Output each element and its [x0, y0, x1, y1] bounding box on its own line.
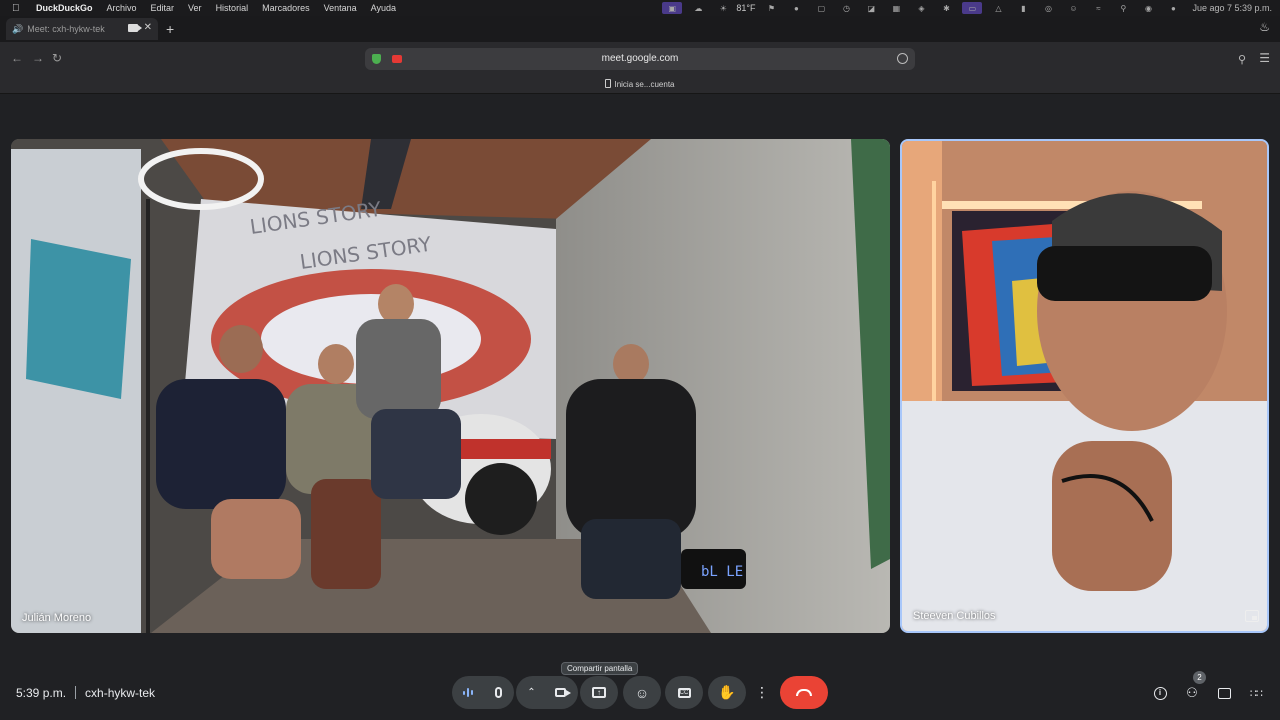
cast-icon[interactable]: ◪ — [862, 2, 880, 14]
audio-settings-button[interactable] — [452, 676, 483, 709]
meeting-info-button[interactable]: i — [1150, 683, 1170, 703]
video-camera-icon — [555, 688, 571, 697]
meeting-time: 5:39 p.m. — [16, 686, 67, 700]
share-screen-button[interactable]: ↑ — [580, 676, 618, 709]
video-tile-main[interactable]: LIONS STORY LIONS STORY bL LE Julián Mor… — [11, 139, 890, 633]
more-options-button[interactable]: ⋮ — [750, 676, 774, 709]
menu-editar[interactable]: Editar — [151, 3, 175, 13]
menu-bar-status-area: ▣ ☁ ☀ 81°F ⚑ ● ▢ ◷ ◪ ▦ ◈ ✱ ▭ △ ▮ ◎ ☺ ≈ ⚲… — [655, 0, 1272, 16]
hand-icon: ✋ — [718, 684, 736, 700]
participant-name-self: Steeven Cubillos — [913, 610, 996, 622]
menu-historial[interactable]: Historial — [216, 3, 249, 13]
participants-count-badge: 2 — [1193, 671, 1206, 684]
search-icon[interactable]: ⚲ — [1114, 2, 1132, 14]
menu-ventana[interactable]: Ventana — [324, 3, 357, 13]
browser-toolbar: ← → ↻ meet.google.com ⚲ ☰ — [0, 42, 1280, 74]
garage-video-frame: LIONS STORY LIONS STORY bL LE — [11, 139, 890, 633]
menu-app-name[interactable]: DuckDuckGo — [36, 3, 93, 13]
participant-name-main: Julián Moreno — [22, 612, 92, 624]
menu-bar-clock[interactable]: Jue ago 7 5:39 p.m. — [1192, 3, 1272, 13]
camera-control-group: ⌃ — [516, 676, 578, 709]
phone-icon — [605, 79, 612, 88]
apple-icon[interactable]:  — [12, 3, 26, 14]
reactions-button[interactable]: ☺ — [623, 676, 661, 709]
screen-mirror-icon[interactable]: ▭ — [962, 2, 983, 14]
video-settings-button[interactable]: ⌃ — [516, 676, 547, 709]
chat-bubble-icon — [1217, 687, 1231, 699]
back-arrow-icon[interactable]: ← — [11, 51, 23, 65]
key-icon[interactable]: ⚲ — [1238, 53, 1246, 66]
close-icon[interactable]: ✕ — [144, 22, 152, 33]
activities-button[interactable]: ∷∷ — [1246, 683, 1266, 703]
forward-arrow-icon[interactable]: → — [32, 51, 44, 65]
people-button[interactable]: ⚇ — [1182, 683, 1202, 703]
present-screen-icon: ↑ — [592, 687, 606, 698]
user-icon[interactable]: ☺ — [1064, 2, 1082, 14]
record-status-icon[interactable]: ◎ — [1039, 2, 1057, 14]
camera-button[interactable] — [547, 676, 578, 709]
hamburger-icon[interactable]: ☰ — [1259, 51, 1270, 65]
emoji-icon: ☺ — [634, 684, 650, 701]
speaker-icon[interactable]: 🔊 — [12, 24, 23, 35]
picture-in-picture-icon[interactable] — [1245, 610, 1259, 622]
microphone-button[interactable] — [483, 676, 514, 709]
window-icon[interactable]: ▢ — [812, 2, 830, 14]
info-icon: i — [1153, 686, 1167, 700]
siri-icon[interactable]: ● — [1164, 2, 1182, 14]
bookmark-item[interactable]: Inicia se...cuenta — [605, 79, 675, 89]
meeting-details: 5:39 p.m. cxh-hykw-tek — [16, 686, 155, 700]
apps-grid-icon: ∷∷ — [1250, 687, 1263, 700]
share-screen-tooltip: Compartir pantalla — [561, 662, 639, 675]
chat-button[interactable] — [1214, 683, 1234, 703]
flag-icon[interactable]: ⚑ — [762, 2, 780, 14]
browser-tab-bar: 🔊 Meet: cxh-hykw-tek ✕ + — [0, 16, 1280, 42]
leave-call-button[interactable] — [780, 676, 828, 709]
cloud-icon[interactable]: ☁ — [689, 2, 707, 14]
reload-icon[interactable]: ↻ — [52, 51, 62, 65]
menu-archivo[interactable]: Archivo — [107, 3, 137, 13]
battery-icon[interactable]: ▮ — [1014, 2, 1032, 14]
audio-level-icon — [462, 688, 473, 697]
people-icon: ⚇ — [1186, 685, 1198, 700]
airplay-icon[interactable]: △ — [989, 2, 1007, 14]
tab-meet[interactable]: 🔊 Meet: cxh-hykw-tek ✕ — [6, 18, 158, 40]
camera-icon — [128, 24, 142, 32]
clock-status-icon[interactable]: ◷ — [837, 2, 855, 14]
address-bar[interactable]: meet.google.com — [365, 48, 915, 70]
layout-icon[interactable]: ▦ — [887, 2, 905, 14]
extension-icon[interactable]: ● — [787, 2, 805, 14]
menu-ayuda[interactable]: Ayuda — [371, 3, 396, 13]
svg-text:bL LE: bL LE — [701, 564, 743, 580]
video-tile-self[interactable]: Steeven Cubillos — [900, 139, 1269, 633]
temperature-readout[interactable]: 81°F — [736, 3, 755, 13]
url-text[interactable]: meet.google.com — [365, 53, 915, 64]
chat-icon[interactable] — [897, 53, 908, 64]
chevron-up-icon: ⌃ — [527, 687, 536, 698]
macos-menu-bar:  DuckDuckGo Archivo Editar Ver Historia… — [0, 0, 1280, 16]
self-video-frame — [902, 141, 1267, 631]
bookmark-label: Inicia se...cuenta — [614, 80, 675, 89]
captions-icon: CC — [677, 687, 691, 698]
more-vert-icon: ⋮ — [755, 684, 769, 700]
captions-button[interactable]: CC — [665, 676, 703, 709]
tab-title: Meet: cxh-hykw-tek — [27, 24, 105, 34]
bluetooth-icon[interactable]: ✱ — [937, 2, 955, 14]
mic-control-group — [452, 676, 514, 709]
bookmark-bar: Inicia se...cuenta — [0, 74, 1280, 94]
control-center-icon[interactable]: ◉ — [1139, 2, 1157, 14]
weather-icon[interactable]: ☀ — [714, 2, 732, 14]
shield-status-icon[interactable]: ◈ — [912, 2, 930, 14]
menu-ver[interactable]: Ver — [188, 3, 202, 13]
microphone-icon — [495, 687, 502, 698]
plus-icon[interactable]: + — [166, 21, 174, 37]
raise-hand-button[interactable]: ✋ — [708, 676, 746, 709]
screen-share-status-icon[interactable]: ▣ — [662, 2, 683, 14]
hang-up-icon — [796, 689, 812, 696]
wifi-icon[interactable]: ≈ — [1089, 2, 1107, 14]
divider — [75, 686, 77, 699]
meeting-code: cxh-hykw-tek — [85, 686, 156, 700]
fire-icon[interactable]: ♨ — [1259, 20, 1270, 34]
menu-marcadores[interactable]: Marcadores — [262, 3, 310, 13]
